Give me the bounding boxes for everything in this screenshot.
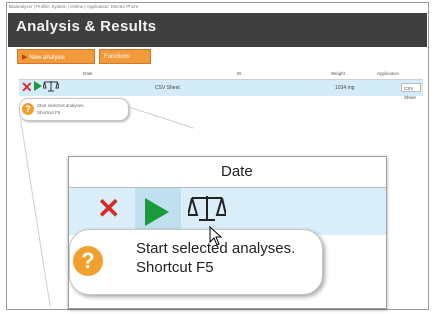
- play-icon[interactable]: [34, 81, 42, 91]
- column-id[interactable]: ID: [237, 71, 242, 76]
- zoom-header: Date: [69, 157, 386, 188]
- row-weight: 1034 mg: [335, 85, 355, 91]
- app-header: Analysis & Results: [8, 13, 427, 47]
- table-header: Date ID Weight Application: [19, 70, 423, 80]
- row-name: CSV Sheet: [155, 85, 180, 91]
- question-mark-icon: ?: [22, 103, 34, 115]
- tooltip-line-1: Start selected analyses.: [37, 103, 85, 108]
- table-row[interactable]: CSV Sheet 1034 mg CSV Sheet: [19, 80, 423, 100]
- magnified-callout: Date ✕ ? Start selected analyses. Shortc…: [68, 156, 387, 309]
- functions-button[interactable]: Functions: [99, 49, 151, 64]
- column-weight[interactable]: Weight: [331, 71, 345, 76]
- app-title: Analysis & Results: [16, 18, 157, 35]
- new-analysis-button[interactable]: ▶ New analysis: [17, 49, 95, 64]
- delete-icon[interactable]: ✕: [97, 193, 120, 225]
- play-icon: ▶: [22, 54, 28, 61]
- small-tooltip: ? Start selected analyses. Shortcut F5: [19, 98, 129, 121]
- balance-scale-icon[interactable]: [43, 80, 59, 92]
- balance-scale-icon[interactable]: [188, 193, 226, 223]
- zoom-tooltip-line-2: Shortcut F5: [136, 259, 214, 276]
- application-dropdown[interactable]: CSV Sheet: [401, 83, 421, 100]
- column-date[interactable]: Date: [83, 71, 93, 76]
- column-application[interactable]: Application: [377, 71, 399, 76]
- zoom-tooltip: ? Start selected analyses. Shortcut F5: [69, 229, 323, 295]
- window-title: Bioanalyzer | Profile: System | Online |…: [9, 4, 139, 9]
- callout-line: [20, 118, 51, 307]
- play-icon[interactable]: [145, 198, 169, 226]
- mouse-cursor-icon: [209, 226, 223, 246]
- tooltip-line-2: Shortcut F5: [37, 110, 61, 115]
- question-mark-icon: ?: [73, 246, 103, 276]
- delete-icon[interactable]: ✕: [21, 79, 33, 95]
- zoom-column-date: Date: [221, 163, 253, 180]
- callout-line: [127, 106, 194, 129]
